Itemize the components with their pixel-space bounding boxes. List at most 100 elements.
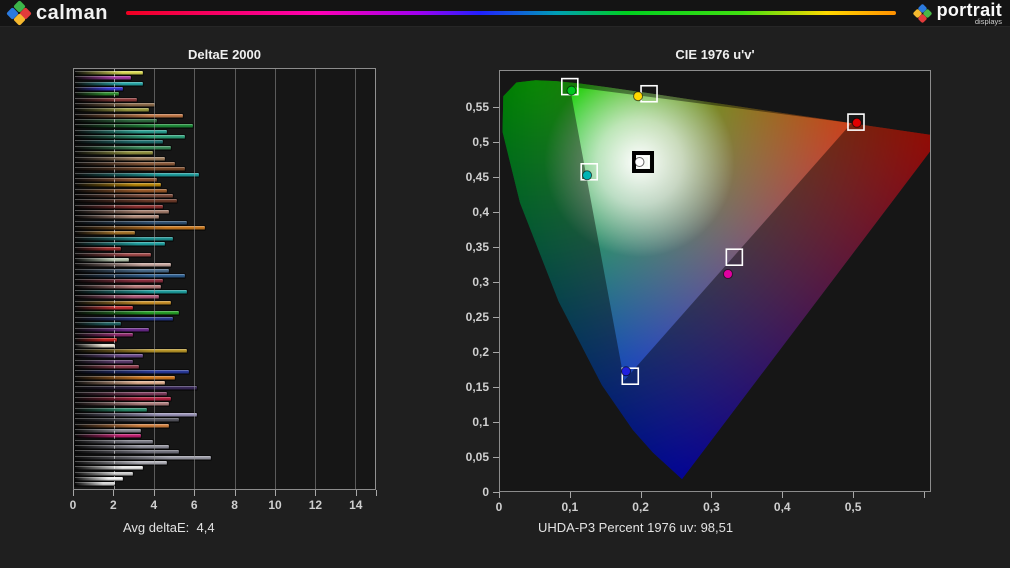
v-tick — [493, 422, 499, 423]
deltae-bar — [74, 257, 130, 264]
v-tick-label: 0,55 — [465, 100, 489, 114]
deltae-bar-chart[interactable] — [73, 68, 376, 490]
v-tick — [493, 317, 499, 318]
deltae-bar — [74, 251, 152, 258]
u-tick-label: 0,5 — [844, 500, 862, 514]
u-tick — [711, 492, 713, 498]
u-tick-label: 0,1 — [561, 500, 579, 514]
x-tick-label: 0 — [69, 498, 77, 512]
deltae-bar — [74, 171, 200, 178]
deltae-bar — [74, 454, 212, 461]
deltae-bar — [74, 444, 170, 451]
cie-measured-cyan — [582, 170, 593, 181]
deltae-bar — [74, 433, 142, 440]
cie-measured-magenta — [722, 269, 733, 279]
portrait-displays-label: displays — [974, 16, 1002, 26]
deltae-bar — [74, 358, 134, 365]
deltae-bar — [74, 86, 124, 93]
deltae-bar — [74, 187, 168, 194]
v-tick-label: 0 — [482, 485, 489, 499]
deltae-bar — [74, 465, 144, 472]
deltae-bar — [74, 374, 176, 381]
cie-measured-red — [851, 117, 862, 128]
deltae-chart-title: DeltaE 2000 — [188, 47, 261, 62]
deltae-bar — [74, 182, 162, 189]
deltae-bar — [74, 342, 116, 349]
v-tick-label: 0,4 — [472, 205, 489, 219]
v-tick — [493, 177, 499, 178]
v-tick-label: 0,2 — [472, 345, 489, 359]
x-tick-label: 8 — [231, 498, 238, 512]
deltae-bar — [74, 128, 168, 135]
deltae-bar — [74, 417, 180, 424]
cie-chart-title: CIE 1976 u'v' — [675, 47, 755, 62]
v-tick — [493, 247, 499, 248]
x-tick-label: 10 — [268, 498, 282, 512]
deltae-bar — [74, 369, 190, 376]
deltae-bar — [74, 395, 172, 402]
x-tick — [194, 490, 196, 496]
avg-deltae-label: Avg deltaE: 4,4 — [123, 520, 215, 535]
v-tick-label: 0,3 — [472, 275, 489, 289]
deltae-bar — [74, 155, 166, 162]
v-tick — [493, 387, 499, 388]
deltae-bar — [74, 139, 164, 146]
deltae-bar — [74, 321, 122, 328]
deltae-bar — [74, 481, 116, 488]
u-tick — [569, 492, 571, 498]
deltae-bar — [74, 230, 136, 237]
deltae-bar — [74, 224, 206, 231]
v-tick — [493, 142, 499, 143]
v-tick — [493, 457, 499, 458]
deltae-bar — [74, 273, 186, 280]
v-tick — [493, 352, 499, 353]
deltae-bar — [74, 305, 134, 312]
v-tick-label: 0,15 — [465, 380, 489, 394]
deltae-bar — [74, 347, 188, 354]
cie-diagram[interactable] — [499, 70, 931, 492]
deltae-bar — [74, 422, 170, 429]
x-tick-label: 4 — [150, 498, 158, 512]
deltae-bar — [74, 412, 198, 418]
u-tick — [782, 492, 784, 498]
x-tick-label: 12 — [308, 498, 323, 512]
spectrum-gradient-bar — [125, 11, 896, 15]
u-tick-label: 0,2 — [632, 500, 649, 514]
deltae-bar — [74, 219, 188, 226]
u-tick-label: 0,4 — [773, 500, 791, 514]
deltae-bar — [74, 134, 186, 141]
x-tick-label: 2 — [110, 498, 117, 512]
v-tick-label: 0,05 — [465, 450, 489, 464]
deltae-bar — [74, 337, 118, 344]
deltae-bar — [74, 406, 148, 413]
deltae-bar — [74, 235, 174, 242]
v-tick-label: 0,45 — [465, 170, 489, 184]
deltae-bar — [74, 476, 124, 483]
x-tick — [376, 490, 377, 496]
deltae-bar — [74, 299, 172, 306]
calman-logo: calman — [0, 0, 116, 26]
v-tick — [493, 212, 499, 213]
deltae-bar — [74, 267, 170, 274]
x-tick — [153, 490, 155, 496]
deltae-bar — [74, 118, 158, 125]
deltae-bar — [74, 310, 180, 317]
x-tick — [113, 490, 115, 496]
u-tick-label: 0,3 — [703, 500, 720, 514]
u-tick — [853, 492, 855, 498]
deltae-bar — [74, 363, 140, 370]
deltae-bar — [74, 428, 142, 435]
x-tick — [234, 490, 236, 496]
cie-measured-blue — [621, 366, 632, 377]
u-tick-label: 0 — [495, 500, 503, 514]
deltae-bar — [74, 294, 160, 301]
gridline — [375, 69, 376, 489]
v-tick — [493, 107, 499, 108]
deltae-bar — [74, 112, 184, 119]
deltae-bar — [74, 80, 144, 87]
deltae-bar — [74, 144, 172, 151]
x-tick-label: 6 — [190, 498, 198, 512]
deltae-bar — [74, 353, 144, 360]
deltae-bar — [74, 123, 194, 130]
deltae-bar — [74, 385, 198, 392]
